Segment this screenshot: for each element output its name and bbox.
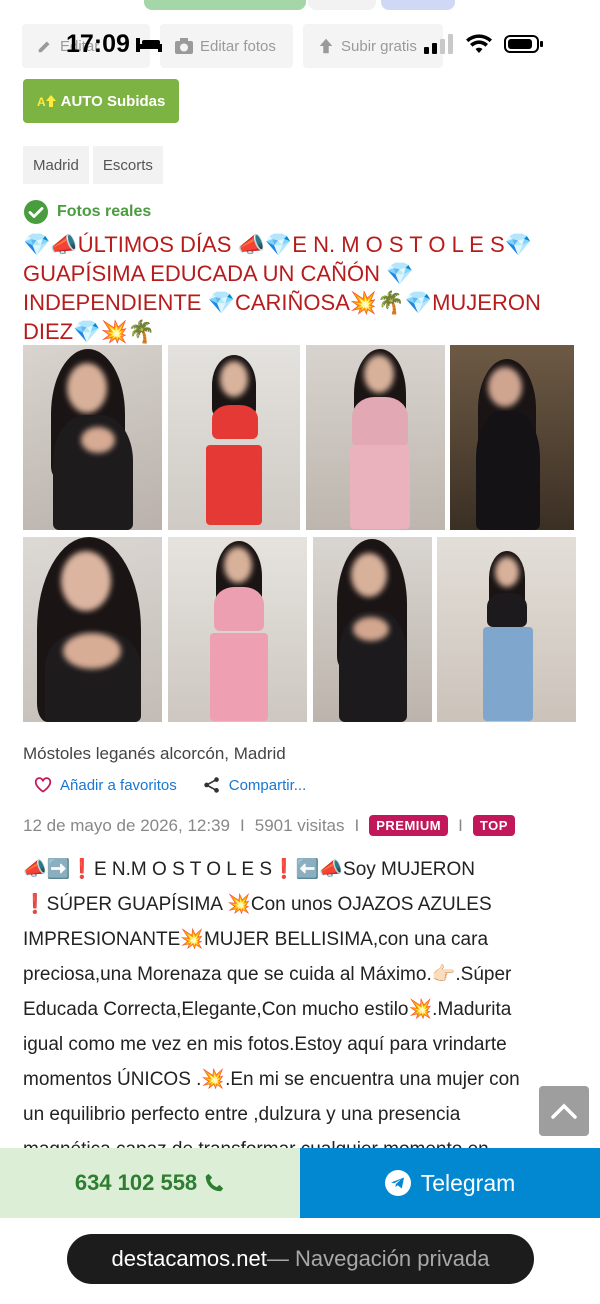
- gallery-photo[interactable]: [23, 345, 162, 530]
- verified-badge: Fotos reales: [24, 200, 151, 224]
- add-favorites-link[interactable]: Añadir a favoritos: [34, 776, 177, 794]
- tag-madrid[interactable]: Madrid: [23, 146, 89, 184]
- battery-icon: [504, 35, 543, 53]
- share-icon: [203, 777, 219, 793]
- sleep-focus-icon: [136, 38, 162, 52]
- phone-icon: [205, 1173, 224, 1192]
- auto-upload-label: AUTO Subidas: [60, 92, 166, 110]
- share-label: Compartir...: [228, 776, 307, 794]
- telegram-button[interactable]: Telegram: [300, 1148, 600, 1218]
- premium-badge: PREMIUM: [369, 815, 449, 836]
- scroll-to-top-button[interactable]: [539, 1086, 589, 1136]
- tag-escorts[interactable]: Escorts: [92, 146, 163, 184]
- gallery-photo[interactable]: [313, 537, 432, 722]
- top-tab-stub: [381, 0, 455, 10]
- heart-icon: [34, 777, 52, 793]
- wifi-icon: [466, 34, 492, 53]
- check-circle-icon: [24, 200, 48, 224]
- contact-bar: 634 102 558 Telegram: [0, 1148, 600, 1218]
- status-time: 17:09: [66, 30, 130, 58]
- status-bar: 17:09: [0, 26, 600, 66]
- gallery-photo[interactable]: [306, 345, 445, 530]
- top-tab-stub: [308, 0, 376, 10]
- ad-actions: Añadir a favoritos Compartir...: [34, 776, 306, 794]
- browser-domain: destacamos.net: [111, 1246, 267, 1271]
- telegram-icon: [384, 1170, 411, 1196]
- breadcrumb-tags: Madrid Escorts: [23, 146, 163, 184]
- browser-address-bar[interactable]: destacamos.net — Navegación privada: [67, 1234, 534, 1284]
- call-button[interactable]: 634 102 558: [0, 1148, 300, 1218]
- gallery-photo[interactable]: [450, 345, 574, 530]
- auto-upload-button[interactable]: A AUTO Subidas: [23, 79, 179, 123]
- gallery-photo[interactable]: [168, 345, 300, 530]
- publish-date: 12 de mayo de 2026, 12:39: [23, 815, 230, 835]
- phone-number: 634 102 558: [74, 1170, 198, 1195]
- gallery-photo[interactable]: [23, 537, 162, 722]
- browser-mode: — Navegación privada: [266, 1246, 490, 1271]
- ad-title: 💎📣ÚLTIMOS DÍAS 📣💎E N. M O S T O L E S💎 G…: [23, 232, 541, 344]
- meta-separator: I: [458, 815, 463, 835]
- gallery-photo[interactable]: [437, 537, 576, 722]
- share-link[interactable]: Compartir...: [203, 776, 307, 794]
- telegram-label: Telegram: [420, 1169, 516, 1196]
- chevron-up-icon: [551, 1103, 577, 1119]
- location-text: Móstoles leganés alcorcón, Madrid: [23, 744, 286, 763]
- cellular-signal-icon: [424, 34, 453, 54]
- meta-separator: I: [240, 815, 245, 835]
- ad-meta: 12 de mayo de 2026, 12:39 I 5901 visitas…: [23, 815, 515, 836]
- top-badge: TOP: [472, 815, 515, 836]
- top-tab-stub: [144, 0, 306, 10]
- verified-label: Fotos reales: [57, 203, 152, 220]
- ad-description: 📣➡️❗E N.M O S T O L E S❗⬅️📣Soy MUJERON ❗…: [23, 859, 520, 1160]
- visit-count: 5901 visitas: [254, 815, 345, 835]
- auto-upload-icon: A: [37, 95, 56, 109]
- add-favorites-label: Añadir a favoritos: [60, 776, 177, 794]
- meta-separator: I: [354, 815, 360, 835]
- svg-text:A: A: [37, 95, 46, 109]
- status-indicators: [424, 34, 544, 54]
- gallery-photo[interactable]: [168, 537, 307, 722]
